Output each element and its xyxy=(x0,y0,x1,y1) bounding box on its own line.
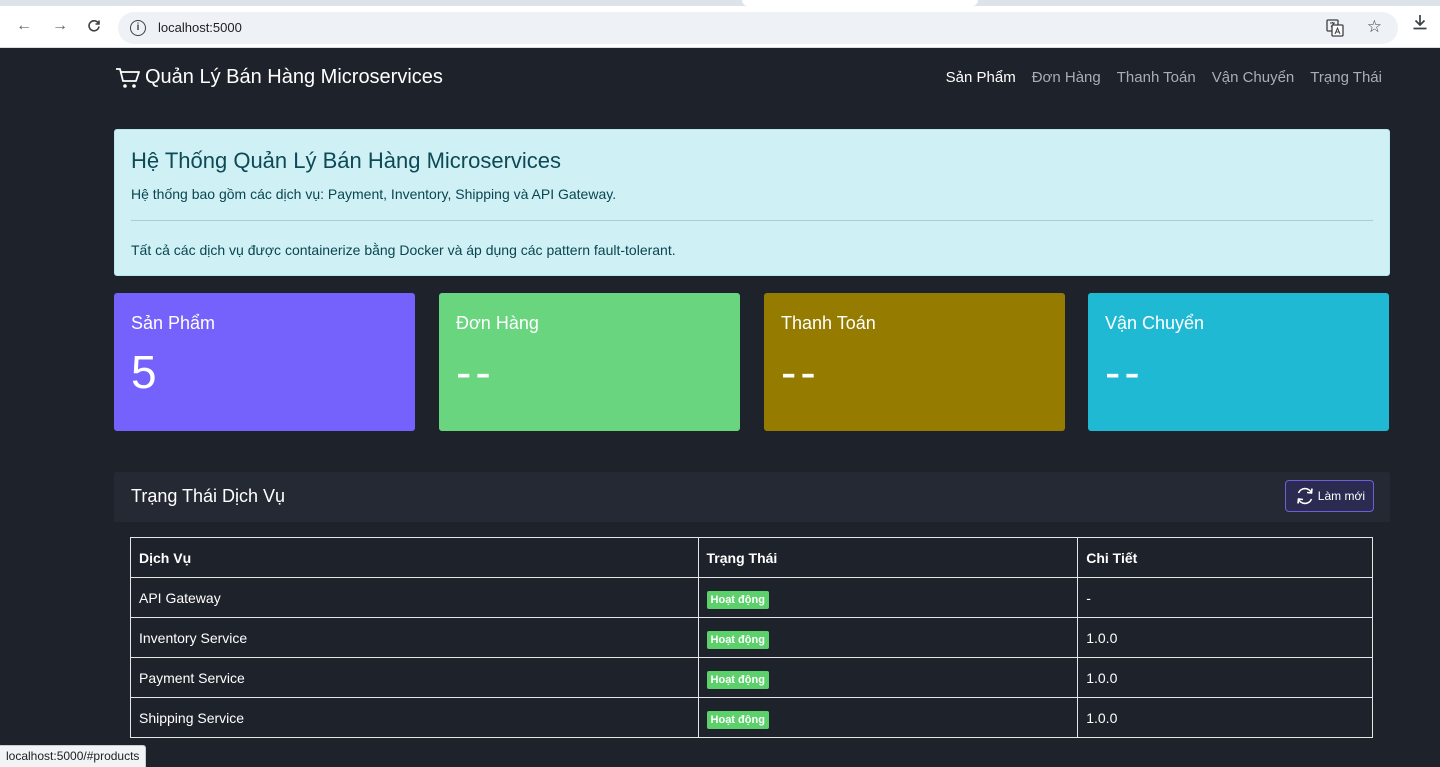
shipping-count: -- xyxy=(1105,346,1144,398)
link-preview-statusbar: localhost:5000/#products xyxy=(0,745,147,767)
shipping-card: Vận Chuyển -- xyxy=(1088,293,1389,431)
services-table: Dịch Vụ Trạng Thái Chi Tiết API Gateway … xyxy=(130,537,1373,738)
refresh-button[interactable]: Làm mới xyxy=(1284,480,1374,512)
table-row: Inventory Service Hoạt động 1.0.0 xyxy=(130,617,1373,658)
forward-arrow-icon[interactable]: → xyxy=(50,16,70,36)
translate-icon[interactable] xyxy=(1326,19,1344,37)
download-icon[interactable] xyxy=(1412,14,1428,35)
brand-name: Quản Lý Bán Hàng Microservices xyxy=(145,66,443,88)
status-cell: Hoạt động xyxy=(697,657,1079,698)
shipping-card-title: Vận Chuyển xyxy=(1105,313,1205,333)
refresh-label: Làm mới xyxy=(1317,489,1365,503)
column-service: Dịch Vụ xyxy=(130,537,699,578)
orders-count: -- xyxy=(456,346,495,398)
status-cell: Hoạt động xyxy=(697,617,1079,658)
address-url[interactable]: localhost:5000 xyxy=(158,20,242,35)
service-name: API Gateway xyxy=(130,577,699,618)
nav-link-orders[interactable]: Đơn Hàng xyxy=(1032,69,1101,86)
nav-links: Sản Phẩm Đơn Hàng Thanh Toán Vận Chuyển … xyxy=(946,69,1382,86)
nav-link-shipping[interactable]: Vận Chuyển xyxy=(1212,69,1295,86)
table-row: API Gateway Hoạt động - xyxy=(130,577,1373,618)
app-navbar: Quản Lý Bán Hàng Microservices Sản Phẩm … xyxy=(0,49,1440,107)
status-badge: Hoạt động xyxy=(706,630,769,649)
brand-link[interactable]: Quản Lý Bán Hàng Microservices xyxy=(115,66,443,89)
status-badge: Hoạt động xyxy=(706,710,769,729)
products-count: 5 xyxy=(131,346,161,398)
service-detail: 1.0.0 xyxy=(1077,697,1373,738)
alert-note: Tất cả các dịch vụ được containerize bằn… xyxy=(131,242,676,258)
payments-count: -- xyxy=(781,346,820,398)
nav-link-payments[interactable]: Thanh Toán xyxy=(1117,69,1196,86)
service-name: Inventory Service xyxy=(130,617,699,658)
service-name: Payment Service xyxy=(130,657,699,698)
status-cell: Hoạt động xyxy=(697,697,1079,738)
browser-tab[interactable] xyxy=(742,0,978,6)
bookmark-star-icon[interactable]: ☆ xyxy=(1367,17,1382,37)
browser-toolbar: ← → i localhost:5000 ☆ xyxy=(0,0,1440,48)
cart-icon xyxy=(116,67,140,88)
orders-card-title: Đơn Hàng xyxy=(456,313,539,333)
service-detail: 1.0.0 xyxy=(1077,657,1373,698)
address-bar[interactable]: i localhost:5000 ☆ xyxy=(118,12,1398,44)
site-info-icon[interactable]: i xyxy=(130,20,146,36)
status-badge: Hoạt động xyxy=(706,670,769,689)
info-alert: Hệ Thống Quản Lý Bán Hàng Microservices … xyxy=(114,129,1390,276)
column-detail: Chi Tiết xyxy=(1077,537,1373,578)
service-name: Shipping Service xyxy=(130,697,699,738)
products-card-title: Sản Phẩm xyxy=(131,313,216,333)
orders-card: Đơn Hàng -- xyxy=(439,293,740,431)
refresh-icon xyxy=(1296,487,1313,505)
alert-description: Hệ thống bao gồm các dịch vụ: Payment, I… xyxy=(131,186,617,202)
status-badge: Hoạt động xyxy=(706,590,769,609)
table-row: Payment Service Hoạt động 1.0.0 xyxy=(130,657,1373,698)
alert-heading: Hệ Thống Quản Lý Bán Hàng Microservices xyxy=(131,148,562,173)
reload-icon[interactable] xyxy=(84,16,104,36)
payments-card-title: Thanh Toán xyxy=(781,313,876,333)
service-detail: - xyxy=(1077,577,1373,618)
service-status-header: Trạng Thái Dịch Vụ Làm mới xyxy=(114,472,1390,522)
service-detail: 1.0.0 xyxy=(1077,617,1373,658)
tab-strip xyxy=(0,0,1440,6)
alert-divider xyxy=(131,220,1373,221)
table-row: Shipping Service Hoạt động 1.0.0 xyxy=(130,697,1373,738)
column-status: Trạng Thái xyxy=(697,537,1079,578)
status-cell: Hoạt động xyxy=(697,577,1079,618)
payments-card: Thanh Toán -- xyxy=(764,293,1065,431)
nav-link-status[interactable]: Trạng Thái xyxy=(1310,69,1382,86)
table-header-row: Dịch Vụ Trạng Thái Chi Tiết xyxy=(130,537,1373,578)
back-arrow-icon[interactable]: ← xyxy=(14,16,34,36)
nav-link-products[interactable]: Sản Phẩm xyxy=(946,69,1016,86)
service-status-title: Trạng Thái Dịch Vụ xyxy=(131,486,286,506)
products-card: Sản Phẩm 5 xyxy=(114,293,415,431)
